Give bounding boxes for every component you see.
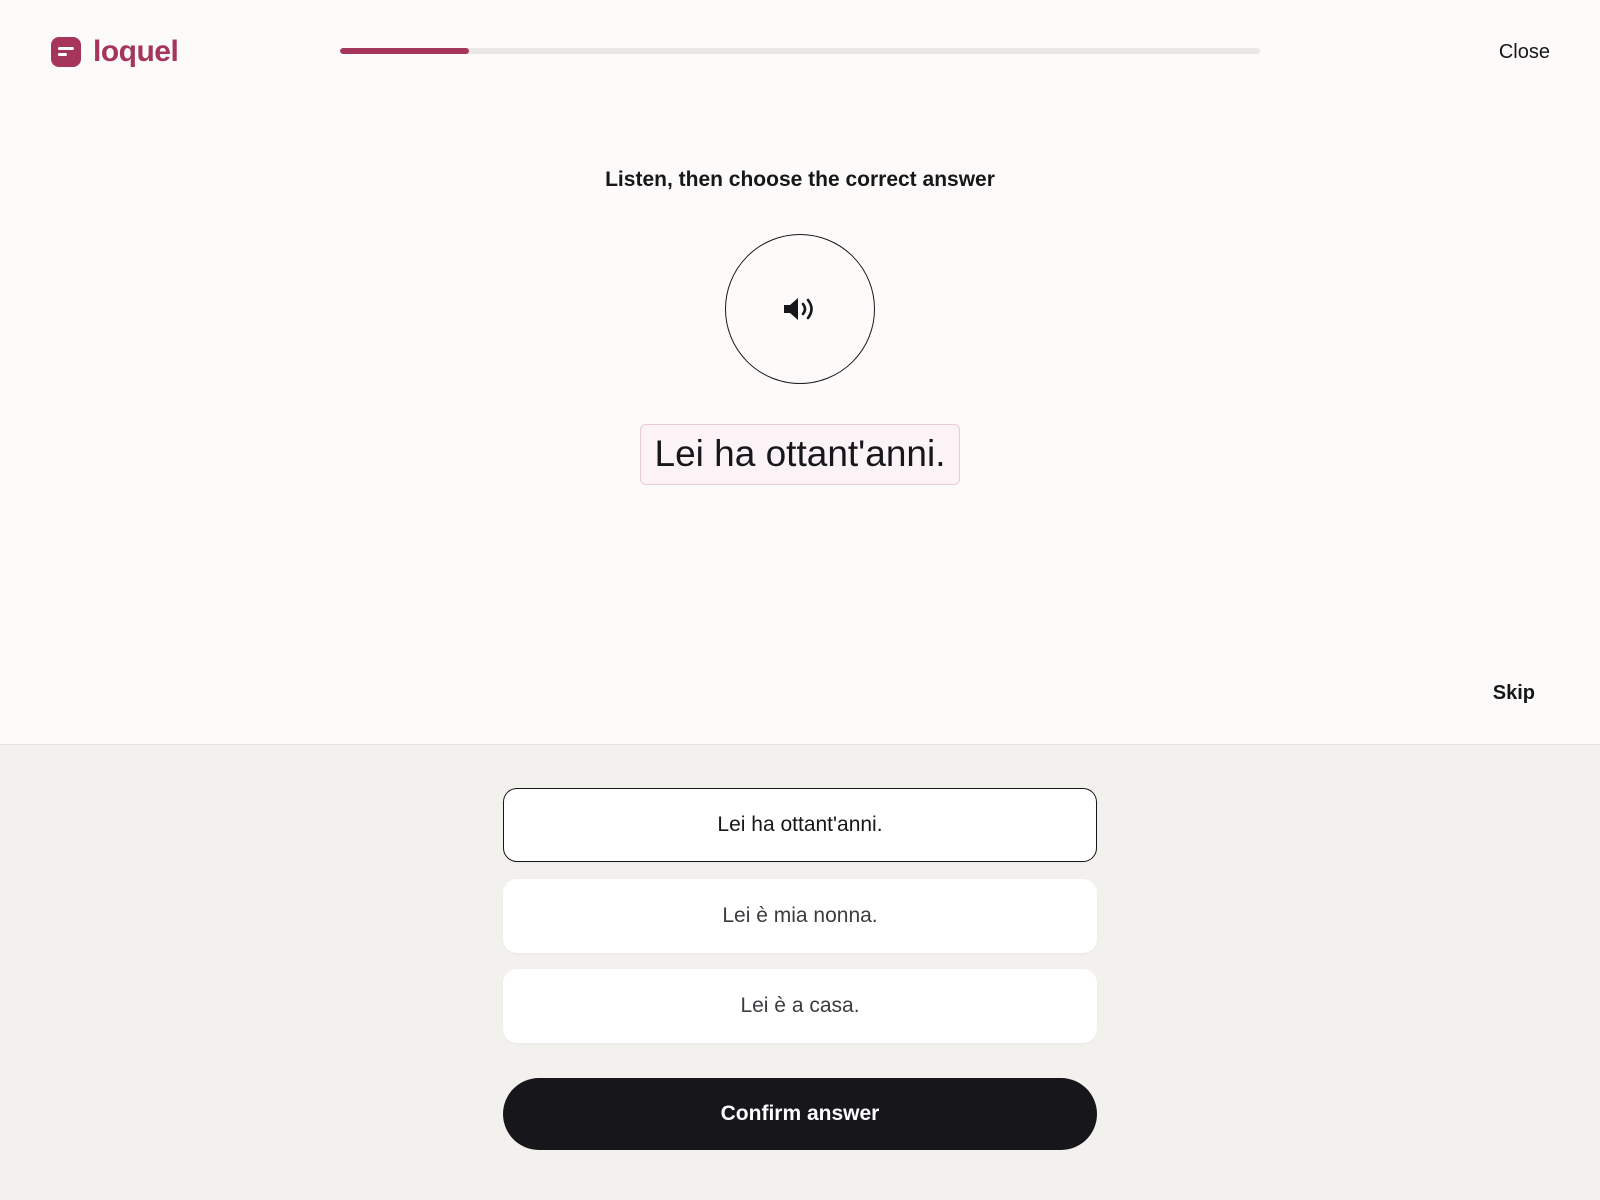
exercise-area: loquel Close Listen, then choose the cor… <box>0 0 1600 744</box>
prompt-phrase: Lei ha ottant'anni. <box>639 424 961 485</box>
answer-option-label: Lei è a casa. <box>740 994 860 1017</box>
logo-text: loquel <box>93 35 179 68</box>
lesson-progress-bar <box>340 48 1260 54</box>
answer-option-3[interactable]: Lei è a casa. <box>503 969 1097 1043</box>
phrase-container: Lei ha ottant'anni. <box>0 424 1600 485</box>
speaker-icon <box>784 298 813 320</box>
skip-button[interactable]: Skip <box>1493 680 1535 706</box>
confirm-answer-button[interactable]: Confirm answer <box>503 1078 1097 1150</box>
answer-option-label: Lei è mia nonna. <box>722 904 878 927</box>
answer-option-1[interactable]: Lei ha ottant'anni. <box>503 788 1097 862</box>
answer-panel: Lei ha ottant'anni. Lei è mia nonna. Lei… <box>0 744 1600 1200</box>
lesson-progress-fill <box>340 48 469 54</box>
logo-icon <box>51 37 81 67</box>
answer-option-label: Lei ha ottant'anni. <box>717 813 883 836</box>
close-button[interactable]: Close <box>1499 38 1550 66</box>
logo: loquel <box>51 35 179 68</box>
exercise-instruction: Listen, then choose the correct answer <box>605 168 995 191</box>
answer-option-2[interactable]: Lei è mia nonna. <box>503 879 1097 953</box>
play-audio-button[interactable] <box>725 234 875 384</box>
